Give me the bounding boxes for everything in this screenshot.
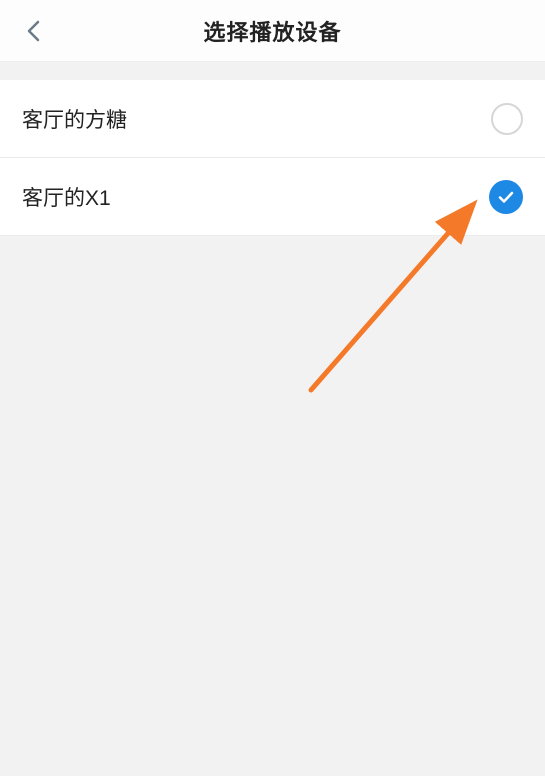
back-button[interactable]: [18, 16, 48, 46]
radio-checked-icon: [489, 180, 523, 214]
chevron-left-icon: [26, 20, 40, 42]
device-item-fangtang[interactable]: 客厅的方糖: [0, 80, 545, 158]
radio-unchecked-icon: [491, 103, 523, 135]
device-label: 客厅的X1: [22, 182, 111, 212]
device-label: 客厅的方糖: [22, 104, 127, 134]
page-title: 选择播放设备: [0, 15, 545, 47]
device-list: 客厅的方糖 客厅的X1: [0, 80, 545, 236]
section-gap: [0, 62, 545, 80]
header: 选择播放设备: [0, 0, 545, 62]
check-icon: [497, 188, 515, 206]
device-item-x1[interactable]: 客厅的X1: [0, 158, 545, 236]
